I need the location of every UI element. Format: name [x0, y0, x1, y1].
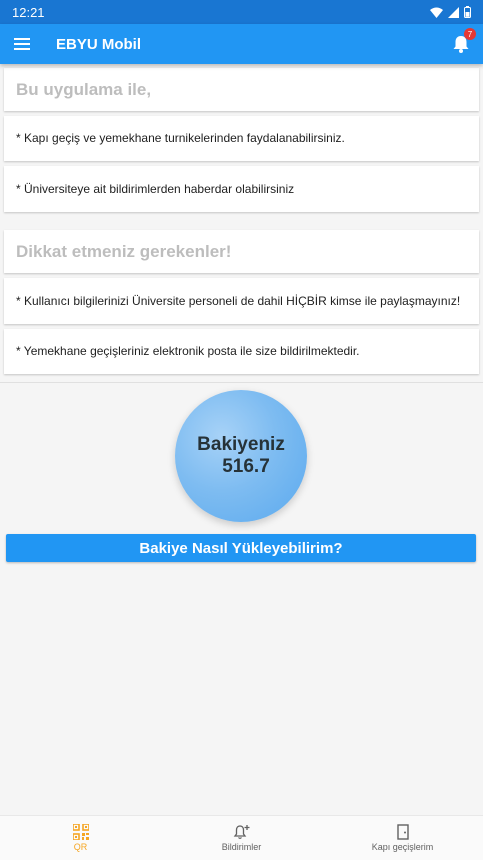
- door-icon: [396, 824, 409, 840]
- nav-label-door-entries: Kapı geçişlerim: [371, 842, 434, 852]
- status-icons: [430, 6, 471, 18]
- warning-heading: Dikkat etmeniz gerekenler!: [16, 241, 232, 261]
- bottom-navigation: QR Bildirimler Kapı geçişlerim: [0, 815, 483, 860]
- status-time: 12:21: [12, 4, 45, 20]
- nav-item-notifications[interactable]: Bildirimler: [161, 816, 322, 860]
- qr-code-icon: [72, 824, 89, 840]
- balance-label: Bakiyeniz: [197, 434, 285, 455]
- wifi-icon: [430, 7, 443, 18]
- balance-display: Bakiyeniz 516.7: [175, 390, 307, 522]
- intro-heading: Bu uygulama ile,: [16, 79, 152, 99]
- balance-value: 516.7: [222, 456, 270, 477]
- nav-item-door-entries[interactable]: Kapı geçişlerim: [322, 816, 483, 860]
- app-title: EBYU Mobil: [56, 35, 141, 53]
- battery-icon: [464, 6, 471, 18]
- status-bar: 12:21: [0, 0, 483, 24]
- warning-text: * Kullanıcı bilgilerinizi Üniversite per…: [16, 293, 461, 308]
- nav-item-qr[interactable]: QR: [0, 816, 161, 860]
- how-to-top-up-label: Bakiye Nasıl Yükleyebilirim?: [139, 539, 343, 557]
- info-card: * Kapı geçiş ve yemekhane turnikelerinde…: [4, 116, 479, 161]
- intro-heading-card: Bu uygulama ile,: [4, 68, 479, 111]
- app-bar: EBYU Mobil 7: [0, 24, 483, 64]
- menu-button[interactable]: [0, 24, 44, 64]
- info-text: * Üniversiteye ait bildirimlerden haberd…: [16, 181, 295, 196]
- hamburger-menu-icon: [14, 38, 30, 50]
- how-to-top-up-button[interactable]: Bakiye Nasıl Yükleyebilirim?: [6, 534, 476, 562]
- warning-text: * Yemekhane geçişleriniz elektronik post…: [16, 344, 360, 358]
- notification-count-badge: 7: [464, 28, 476, 40]
- nav-label-qr: QR: [73, 842, 88, 852]
- warning-card: * Kullanıcı bilgilerinizi Üniversite per…: [4, 278, 479, 324]
- info-card: * Üniversiteye ait bildirimlerden haberd…: [4, 166, 479, 212]
- warning-card: * Yemekhane geçişleriniz elektronik post…: [4, 329, 479, 374]
- bell-plus-icon: [233, 825, 249, 839]
- section-divider: [0, 382, 483, 383]
- signal-icon: [448, 6, 459, 18]
- notifications-button[interactable]: 7: [449, 28, 476, 56]
- nav-label-notifications: Bildirimler: [221, 842, 262, 852]
- warning-heading-card: Dikkat etmeniz gerekenler!: [4, 230, 479, 273]
- info-text: * Kapı geçiş ve yemekhane turnikelerinde…: [16, 131, 345, 145]
